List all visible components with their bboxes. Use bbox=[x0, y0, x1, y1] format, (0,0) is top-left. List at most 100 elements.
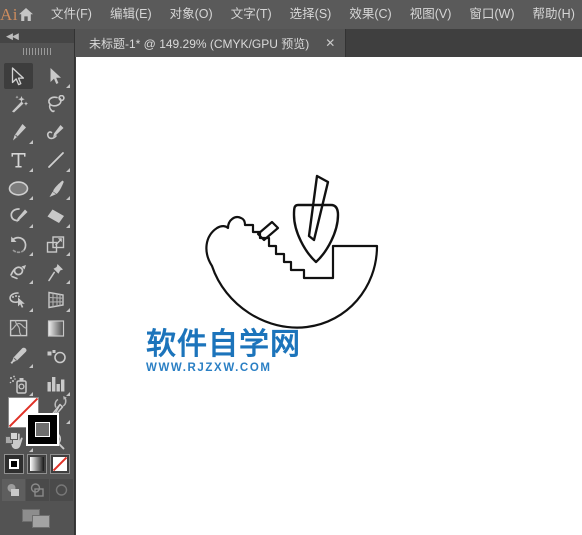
shovel-digging-soil-illustration[interactable] bbox=[181, 170, 391, 350]
free-transform-tool[interactable] bbox=[37, 258, 74, 286]
watermark: 软件自学网 WWW.RJZXW.COM bbox=[146, 329, 326, 375]
no-color-icon bbox=[53, 457, 67, 471]
line-segment-tool[interactable] bbox=[37, 146, 74, 174]
document-tab-bar: 未标题-1* @ 149.29% (CMYK/GPU 预览) ✕ bbox=[75, 29, 582, 57]
lasso-tool[interactable] bbox=[37, 90, 74, 118]
document-tab[interactable]: 未标题-1* @ 149.29% (CMYK/GPU 预览) ✕ bbox=[75, 29, 347, 57]
menu-help[interactable]: 帮助(H) bbox=[524, 0, 582, 29]
screen-mode-icon bbox=[22, 509, 50, 528]
scale-icon bbox=[46, 235, 65, 253]
close-icon[interactable]: ✕ bbox=[325, 37, 335, 49]
blend-tool[interactable] bbox=[37, 342, 74, 370]
tool-expand-corner bbox=[29, 308, 33, 312]
magic-wand-tool[interactable] bbox=[0, 90, 37, 118]
drawing-modes-row bbox=[0, 479, 74, 501]
direct-selection-tool[interactable] bbox=[37, 62, 74, 90]
draw-inside[interactable] bbox=[49, 479, 73, 501]
curvature-tool[interactable] bbox=[37, 118, 74, 146]
type-tool[interactable] bbox=[0, 146, 37, 174]
shape-builder-tool[interactable] bbox=[0, 286, 37, 314]
tool-expand-corner bbox=[66, 84, 70, 88]
menu-item-list: 文件(F) 编辑(E) 对象(O) 文字(T) 选择(S) 效果(C) 视图(V… bbox=[42, 0, 582, 29]
gradient-icon bbox=[47, 319, 64, 337]
draw-behind-icon bbox=[30, 483, 44, 497]
draw-behind[interactable] bbox=[25, 479, 49, 501]
pen-nib-icon bbox=[13, 123, 26, 140]
color-mode-gradient[interactable] bbox=[27, 454, 47, 474]
perspective-grid-tool[interactable] bbox=[37, 286, 74, 314]
grip-dots-icon bbox=[23, 48, 51, 55]
menu-edit[interactable]: 编辑(E) bbox=[101, 0, 161, 29]
rotate-tool[interactable] bbox=[0, 230, 37, 258]
tool-expand-corner bbox=[29, 280, 33, 284]
tools-panel: ◀◀ bbox=[0, 29, 75, 535]
color-mode-none[interactable] bbox=[50, 454, 70, 474]
artboard-sheet[interactable]: 软件自学网 WWW.RJZXW.COM bbox=[76, 57, 582, 535]
tool-expand-corner bbox=[29, 140, 33, 144]
tool-expand-corner bbox=[66, 168, 70, 172]
stroke-swatch-inner bbox=[35, 422, 50, 437]
menu-file[interactable]: 文件(F) bbox=[42, 0, 101, 29]
pen-tool[interactable] bbox=[0, 118, 37, 146]
paintbrush-icon bbox=[49, 180, 64, 197]
gradient-color-icon bbox=[30, 457, 44, 471]
menu-type[interactable]: 文字(T) bbox=[222, 0, 281, 29]
fill-stroke-area bbox=[0, 395, 74, 451]
tool-expand-corner bbox=[29, 252, 33, 256]
swap-fill-stroke-icon[interactable] bbox=[54, 396, 67, 414]
mesh-icon bbox=[9, 319, 28, 337]
tool-expand-corner bbox=[29, 196, 33, 200]
direct-selection-arrow-icon bbox=[50, 68, 61, 84]
selection-arrow-icon bbox=[11, 66, 25, 85]
tool-expand-corner bbox=[29, 364, 33, 368]
shape-builder-icon bbox=[9, 292, 25, 308]
color-mode-row bbox=[0, 454, 74, 474]
tool-expand-corner bbox=[29, 168, 33, 172]
document-tab-label: 未标题-1* @ 149.29% (CMYK/GPU 预览) bbox=[89, 36, 310, 51]
stroke-swatch[interactable] bbox=[26, 413, 59, 446]
illustrator-window: Ai 文件(F) 编辑(E) 对象(O) 文字(T) 选择(S) 效果(C) 视… bbox=[0, 0, 582, 535]
collapse-panel-button[interactable]: ◀◀ bbox=[0, 29, 74, 43]
gradient-tool[interactable] bbox=[37, 314, 74, 342]
menu-select[interactable]: 选择(S) bbox=[281, 0, 341, 29]
watermark-url-text: WWW.RJZXW.COM bbox=[146, 362, 272, 374]
eraser-tool[interactable] bbox=[37, 202, 74, 230]
tool-expand-corner bbox=[29, 224, 33, 228]
draw-inside-icon bbox=[55, 484, 67, 496]
home-icon[interactable] bbox=[18, 0, 34, 29]
menu-effect[interactable]: 效果(C) bbox=[340, 0, 400, 29]
change-screen-mode[interactable] bbox=[0, 509, 74, 529]
menu-bar: Ai 文件(F) 编辑(E) 对象(O) 文字(T) 选择(S) 效果(C) 视… bbox=[0, 0, 582, 29]
menu-object[interactable]: 对象(O) bbox=[161, 0, 222, 29]
shaper-icon bbox=[9, 207, 27, 222]
default-fill-stroke-icon[interactable] bbox=[5, 432, 19, 451]
width-tool[interactable] bbox=[0, 258, 37, 286]
eraser-icon bbox=[47, 209, 64, 223]
width-icon bbox=[9, 265, 26, 280]
canvas-area[interactable]: 软件自学网 WWW.RJZXW.COM bbox=[75, 57, 582, 535]
shaper-tool[interactable] bbox=[0, 202, 37, 230]
line-diagonal-icon bbox=[47, 152, 64, 168]
tool-expand-corner bbox=[66, 252, 70, 256]
app-logo: Ai bbox=[0, 5, 18, 24]
color-mode-solid[interactable] bbox=[4, 454, 24, 474]
lasso-icon bbox=[47, 95, 65, 113]
eyedropper-tool[interactable] bbox=[0, 342, 37, 370]
menu-view[interactable]: 视图(V) bbox=[401, 0, 461, 29]
selection-tool[interactable] bbox=[0, 62, 37, 90]
ellipse-tool[interactable] bbox=[0, 174, 37, 202]
tool-expand-corner bbox=[66, 196, 70, 200]
curvature-pen-icon bbox=[46, 124, 63, 139]
perspective-grid-icon bbox=[47, 291, 64, 309]
rotate-icon bbox=[11, 236, 27, 253]
blend-icon bbox=[47, 349, 66, 363]
tool-expand-corner bbox=[66, 308, 70, 312]
pushpin-icon bbox=[47, 263, 63, 281]
draw-normal[interactable] bbox=[1, 479, 25, 501]
panel-drag-handle[interactable] bbox=[0, 43, 74, 60]
mesh-tool[interactable] bbox=[0, 314, 37, 342]
paintbrush-tool[interactable] bbox=[37, 174, 74, 202]
scale-tool[interactable] bbox=[37, 230, 74, 258]
menu-window[interactable]: 窗口(W) bbox=[460, 0, 523, 29]
tool-expand-corner bbox=[66, 280, 70, 284]
